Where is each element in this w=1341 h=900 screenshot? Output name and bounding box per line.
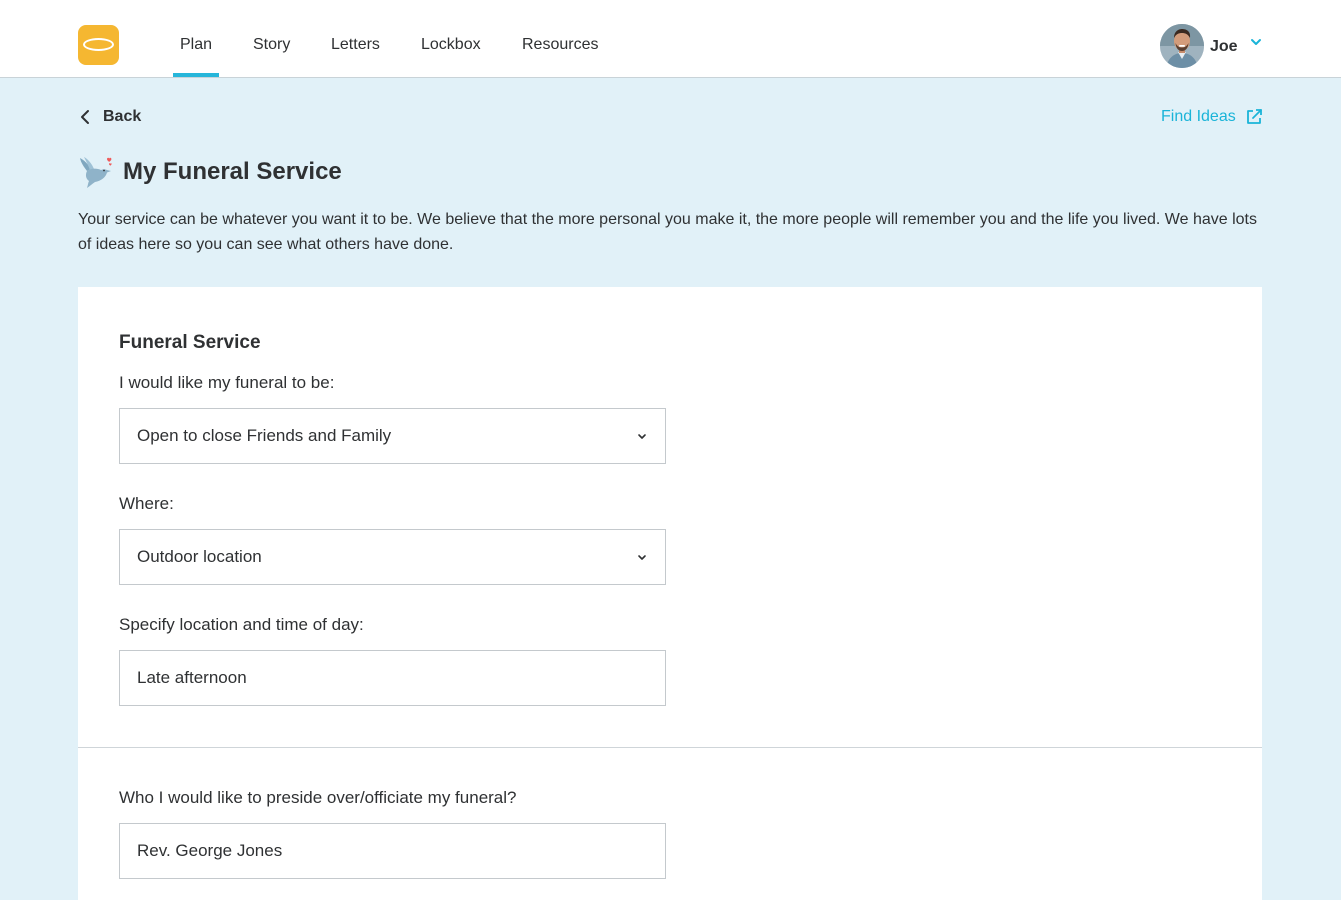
officiant-input[interactable]: Rev. George Jones: [119, 823, 666, 879]
section-heading: Funeral Service: [119, 332, 261, 353]
back-label: Back: [103, 108, 142, 125]
avatar[interactable]: [1160, 24, 1204, 68]
where-value: Outdoor location: [137, 547, 262, 566]
nav-item-plan[interactable]: Plan: [180, 36, 212, 54]
chevron-down-icon: [638, 434, 646, 439]
funeral-type-value: Open to close Friends and Family: [137, 426, 392, 445]
dove-icon: [80, 157, 112, 188]
nav-item-resources[interactable]: Resources: [522, 36, 598, 54]
nav-item-story[interactable]: Story: [253, 36, 290, 54]
officiant-label: Who I would like to preside over/officia…: [119, 788, 517, 807]
page-title: My Funeral Service: [123, 158, 342, 185]
nav-item-lockbox[interactable]: Lockbox: [421, 36, 481, 54]
halo-icon: [83, 38, 114, 51]
chevron-down-icon[interactable]: [1249, 36, 1263, 48]
user-name: Joe: [1210, 38, 1238, 55]
nav-item-letters[interactable]: Letters: [331, 36, 380, 54]
active-tab-indicator: [173, 73, 219, 77]
officiant-value: Rev. George Jones: [137, 841, 283, 860]
app-logo[interactable]: [78, 25, 119, 65]
chevron-left-icon: [81, 110, 89, 124]
location-time-input[interactable]: Late afternoon: [119, 650, 666, 706]
funeral-type-select[interactable]: Open to close Friends and Family: [119, 408, 666, 464]
where-select[interactable]: Outdoor location: [119, 529, 666, 585]
funeral-type-label: I would like my funeral to be:: [119, 373, 335, 392]
section-divider: [78, 747, 1262, 748]
location-time-label: Specify location and time of day:: [119, 615, 364, 634]
find-ideas-label: Find Ideas: [1161, 108, 1236, 125]
page-intro: Your service can be whatever you want it…: [78, 211, 1257, 253]
top-navigation-bar: Plan Story Letters Lockbox Resources Joe: [0, 0, 1341, 78]
location-time-value: Late afternoon: [137, 668, 247, 687]
funeral-service-card: Funeral Service I would like my funeral …: [78, 287, 1262, 900]
chevron-down-icon: [638, 555, 646, 560]
external-link-icon: [1247, 109, 1262, 124]
where-label: Where:: [119, 494, 174, 513]
